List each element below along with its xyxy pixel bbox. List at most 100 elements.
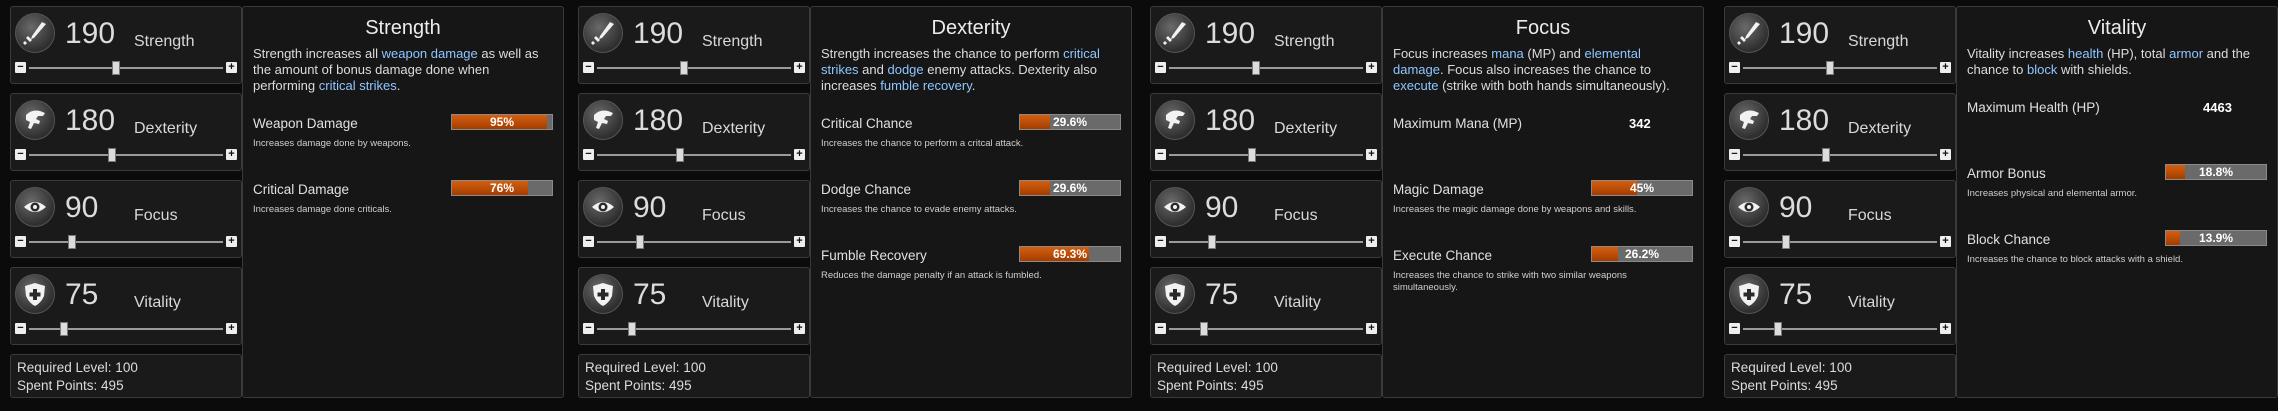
row-label: Dodge Chance <box>821 182 912 197</box>
slider-thumb[interactable] <box>1781 235 1790 249</box>
row-note: Increases physical and elemental armor. <box>1967 188 2138 199</box>
increase-button[interactable]: + <box>794 236 805 247</box>
slider-thumb[interactable] <box>1822 148 1831 162</box>
keyword-link[interactable]: armor <box>2169 46 2203 61</box>
slider-thumb[interactable] <box>1199 322 1208 336</box>
increase-button[interactable]: + <box>1366 323 1377 334</box>
increase-button[interactable]: + <box>226 62 237 73</box>
increase-button[interactable]: + <box>794 323 805 334</box>
decrease-button[interactable]: − <box>15 236 26 247</box>
slider-thumb[interactable] <box>627 322 636 336</box>
decrease-button[interactable]: − <box>1729 149 1740 160</box>
slider-thumb[interactable] <box>1826 61 1835 75</box>
raptor-icon <box>583 100 623 140</box>
progress-value: 26.2% <box>1624 247 1660 261</box>
requirements-box: Required Level: 100 Spent Points: 495 <box>1150 354 1382 398</box>
increase-button[interactable]: + <box>1940 236 1951 247</box>
keyword-link[interactable]: execute <box>1393 78 1439 93</box>
slider-thumb[interactable] <box>1207 235 1216 249</box>
slider-thumb[interactable] <box>680 61 689 75</box>
eye-icon <box>1729 187 1769 227</box>
slider-thumb[interactable] <box>1773 322 1782 336</box>
description-segment: . <box>396 78 401 93</box>
stat-slider[interactable]: − + <box>583 61 805 75</box>
increase-button[interactable]: + <box>226 236 237 247</box>
slider-thumb[interactable] <box>108 148 117 162</box>
stat-slider[interactable]: − + <box>1155 322 1377 336</box>
keyword-link[interactable]: dodge <box>887 62 923 77</box>
keyword-link[interactable]: weapon damage <box>382 46 478 61</box>
decrease-button[interactable]: − <box>1729 62 1740 73</box>
decrease-button[interactable]: − <box>1155 236 1166 247</box>
decrease-button[interactable]: − <box>1155 323 1166 334</box>
increase-button[interactable]: + <box>1940 62 1951 73</box>
increase-button[interactable]: + <box>226 323 237 334</box>
increase-button[interactable]: + <box>1366 62 1377 73</box>
attribute-row: Maximum Mana (MP) 342 <box>1393 116 1693 160</box>
stat-slider[interactable]: − + <box>1729 148 1951 162</box>
slider-thumb[interactable] <box>112 61 121 75</box>
increase-button[interactable]: + <box>1940 323 1951 334</box>
stat-value: 180 <box>1779 104 1830 137</box>
stat-slider[interactable]: − + <box>583 235 805 249</box>
progress-bar: 26.2% <box>1591 246 1693 262</box>
attribute-description-dexterity: Dexterity Strength increases the chance t… <box>810 6 1132 398</box>
stat-name: Focus <box>1274 207 1318 224</box>
keyword-link[interactable]: mana <box>1491 46 1524 61</box>
stat-slider[interactable]: − + <box>583 322 805 336</box>
spent-points: Spent Points: 495 <box>17 378 124 393</box>
decrease-button[interactable]: − <box>583 62 594 73</box>
stat-slider[interactable]: − + <box>1155 148 1377 162</box>
stat-slider[interactable]: − + <box>583 148 805 162</box>
increase-button[interactable]: + <box>1940 149 1951 160</box>
increase-button[interactable]: + <box>1366 149 1377 160</box>
increase-button[interactable]: + <box>794 149 805 160</box>
stat-name: Dexterity <box>1848 120 1912 137</box>
decrease-button[interactable]: − <box>15 149 26 160</box>
decrease-button[interactable]: − <box>583 236 594 247</box>
keyword-link[interactable]: critical strikes <box>319 78 397 93</box>
increase-button[interactable]: + <box>1366 236 1377 247</box>
keyword-link[interactable]: health <box>2068 46 2103 61</box>
stat-box-focus: 90 Focus − + <box>10 180 242 258</box>
stat-slider[interactable]: − + <box>1729 322 1951 336</box>
spent-points: Spent Points: 495 <box>1731 378 1838 393</box>
attribute-row: Dodge Chance 29.6% Increases the chance to… <box>821 180 1121 226</box>
description-segment: with shields. <box>2057 62 2132 77</box>
slider-thumb[interactable] <box>635 235 644 249</box>
stat-value: 190 <box>1779 17 1830 50</box>
increase-button[interactable]: + <box>226 149 237 160</box>
slider-thumb[interactable] <box>1252 61 1261 75</box>
slider-thumb[interactable] <box>59 322 68 336</box>
stat-value: 75 <box>1779 278 1813 311</box>
stat-slider[interactable]: − + <box>1155 61 1377 75</box>
stat-slider[interactable]: − + <box>15 61 237 75</box>
slider-thumb[interactable] <box>67 235 76 249</box>
stat-slider[interactable]: − + <box>15 235 237 249</box>
shield-icon <box>1729 274 1769 314</box>
slider-thumb[interactable] <box>676 148 685 162</box>
decrease-button[interactable]: − <box>15 62 26 73</box>
decrease-button[interactable]: − <box>1155 149 1166 160</box>
keyword-link[interactable]: fumble recovery <box>880 78 972 93</box>
stat-slider[interactable]: − + <box>1729 61 1951 75</box>
stat-slider[interactable]: − + <box>1155 235 1377 249</box>
sword-icon <box>15 13 55 53</box>
progress-value: 29.6% <box>1052 115 1088 129</box>
decrease-button[interactable]: − <box>1155 62 1166 73</box>
keyword-link[interactable]: block <box>2027 62 2057 77</box>
progress-value: 95% <box>489 115 515 129</box>
decrease-button[interactable]: − <box>15 323 26 334</box>
decrease-button[interactable]: − <box>583 323 594 334</box>
decrease-button[interactable]: − <box>1729 323 1740 334</box>
required-level: Required Level: 100 <box>1157 360 1278 375</box>
slider-thumb[interactable] <box>1248 148 1257 162</box>
stat-slider[interactable]: − + <box>1729 235 1951 249</box>
increase-button[interactable]: + <box>794 62 805 73</box>
decrease-button[interactable]: − <box>1729 236 1740 247</box>
stat-slider[interactable]: − + <box>15 322 237 336</box>
decrease-button[interactable]: − <box>583 149 594 160</box>
slider-track <box>597 67 791 69</box>
slider-track <box>1169 154 1363 156</box>
stat-slider[interactable]: − + <box>15 148 237 162</box>
